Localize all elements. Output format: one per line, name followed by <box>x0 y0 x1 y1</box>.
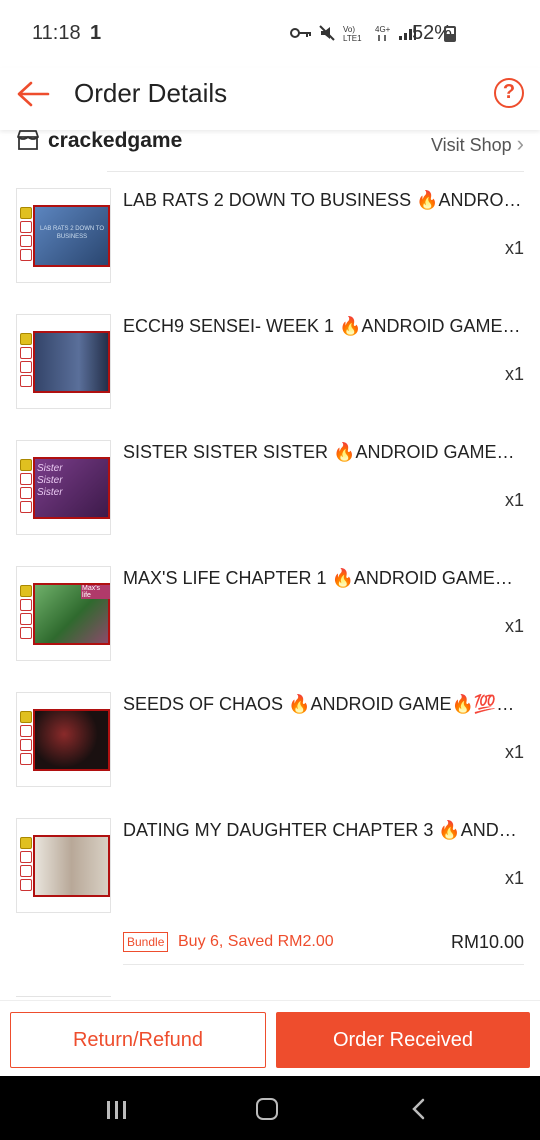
product-image <box>33 709 110 771</box>
order-item[interactable]: LAB RATS 2 DOWN TO BUSINESS LAB RATS 2 D… <box>16 188 524 314</box>
item-title: SISTER SISTER SISTER 🔥ANDROID GAME🔥💯ORIG… <box>123 442 523 462</box>
order-received-button[interactable]: Order Received <box>276 1012 530 1068</box>
bundle-tag: Bundle <box>123 932 169 952</box>
svg-text:LTE1: LTE1 <box>343 34 362 42</box>
help-icon[interactable]: ? <box>494 78 524 108</box>
status-bar: 11:18 1 Vo) LTE1 4G+ 52% <box>0 0 540 68</box>
shop-row: crackedgame Visit Shop › <box>16 130 524 156</box>
divider <box>123 964 524 965</box>
volte-icon: Vo)LTE1 <box>343 25 362 42</box>
product-thumbnail: Sister Sister Sister <box>16 440 111 535</box>
product-thumbnail <box>16 818 111 913</box>
item-quantity: x1 <box>504 868 524 888</box>
item-quantity: x1 <box>504 238 524 258</box>
badge-strip <box>19 583 33 643</box>
mute-icon <box>319 25 335 41</box>
item-title: SEEDS OF CHAOS 🔥ANDROID GAME🔥💯ORIGINAL <box>123 694 523 714</box>
order-item[interactable]: ECCH9 SENSEI- WEEK 1 🔥ANDROID GAME🔥💯ORIG… <box>16 314 524 440</box>
product-image-text: Max's life <box>81 585 110 599</box>
status-icons: Vo) LTE1 4G+ <box>290 24 416 42</box>
badge-strip <box>19 331 33 391</box>
app-header: Order Details ? <box>0 68 540 130</box>
product-thumbnail: LAB RATS 2 DOWN TO BUSINESS <box>16 188 111 283</box>
order-item[interactable]: Sister Sister Sister SISTER SISTER SISTE… <box>16 440 524 566</box>
badge-strip <box>19 835 33 895</box>
bundle-discount-text: Buy 6, Saved RM2.00 <box>178 933 334 950</box>
back-arrow-icon[interactable] <box>16 80 50 108</box>
item-title: MAX'S LIFE CHAPTER 1 🔥ANDROID GAME🔥💯ORIG… <box>123 568 523 588</box>
item-quantity: x1 <box>504 616 524 636</box>
svg-text:Vo): Vo) <box>343 25 355 34</box>
item-quantity: x1 <box>504 742 524 762</box>
badge-strip <box>19 457 33 517</box>
shop-name[interactable]: crackedgame <box>48 130 182 153</box>
divider <box>107 171 524 172</box>
badge-strip <box>19 205 33 265</box>
order-item[interactable]: Max's life MAX'S LIFE CHAPTER 1 🔥ANDROID… <box>16 566 524 692</box>
visit-shop-label: Visit Shop <box>430 135 512 155</box>
bundle-price: RM10.00 <box>450 932 524 952</box>
order-content[interactable]: crackedgame Visit Shop › LAB RATS 2 DOWN… <box>0 130 540 1000</box>
battery-icon <box>444 26 456 42</box>
order-item[interactable]: DATING MY DAUGHTER CHAPTER 3 🔥ANDROID GA… <box>16 818 524 944</box>
product-thumbnail: Max's life <box>16 566 111 661</box>
system-back-icon[interactable] <box>410 1098 426 1120</box>
badge-strip <box>19 709 33 769</box>
shop-icon <box>17 130 39 150</box>
4g-icon: 4G+ <box>375 25 391 41</box>
order-item[interactable]: SEEDS OF CHAOS 🔥ANDROID GAME🔥💯ORIGINAL x… <box>16 692 524 818</box>
product-image-text: LAB RATS 2 DOWN TO BUSINESS <box>39 226 104 240</box>
action-bar: Return/Refund Order Received <box>0 1000 540 1076</box>
system-nav-bar <box>0 1076 540 1140</box>
product-thumbnail <box>16 692 111 787</box>
visit-shop-link[interactable]: Visit Shop › <box>431 131 524 157</box>
item-title: ECCH9 SENSEI- WEEK 1 🔥ANDROID GAME🔥💯ORIG… <box>123 316 523 336</box>
svg-text:4G+: 4G+ <box>375 25 391 34</box>
item-quantity: x1 <box>504 490 524 510</box>
product-thumbnail <box>16 314 111 409</box>
chevron-right-icon: › <box>516 131 524 156</box>
home-icon[interactable] <box>256 1098 278 1120</box>
item-title: LAB RATS 2 DOWN TO BUSINESS 🔥ANDROID GAM… <box>123 190 523 210</box>
page-title: Order Details <box>74 78 228 108</box>
status-time: 11:18 <box>32 22 81 44</box>
product-image <box>33 331 110 393</box>
key-icon <box>290 28 311 38</box>
product-image-text: Sister Sister Sister <box>37 463 63 498</box>
item-title: DATING MY DAUGHTER CHAPTER 3 🔥ANDROID GA… <box>123 820 523 840</box>
bundle-summary: Bundle Buy 6, Saved RM2.00 RM10.00 <box>123 932 524 956</box>
recents-icon[interactable] <box>106 1100 128 1120</box>
item-quantity: x1 <box>504 364 524 384</box>
return-refund-button[interactable]: Return/Refund <box>10 1012 266 1068</box>
carrier-indicator: 1 <box>90 22 102 44</box>
product-image <box>33 835 110 897</box>
